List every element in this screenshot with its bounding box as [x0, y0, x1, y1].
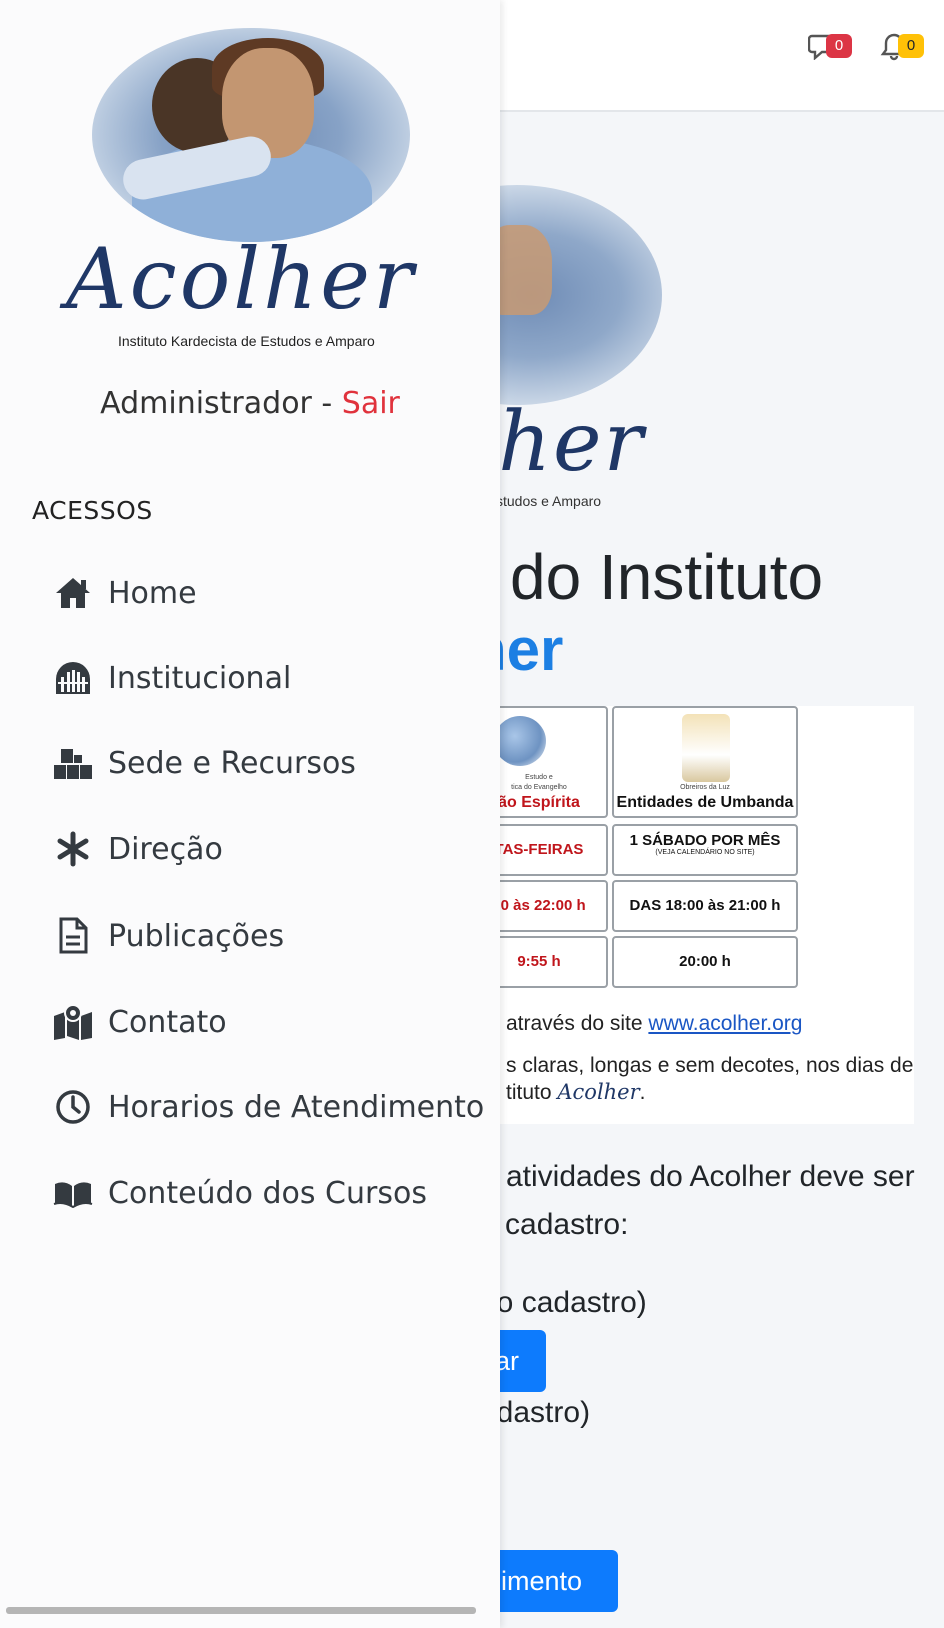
jesus-illustration: [682, 714, 730, 782]
schedule-day-col2-note: (VEJA CALENDÁRIO NO SITE): [655, 849, 755, 856]
side-drawer: Acolher Instituto Kardecista de Estudos …: [0, 0, 500, 1628]
user-info: Administrador - Sair: [0, 386, 500, 421]
boxes-icon: [52, 742, 94, 784]
menu-item-label: Contato: [108, 1004, 227, 1040]
menu-item-label: Home: [108, 575, 197, 611]
logout-link[interactable]: Sair: [342, 386, 400, 421]
schedule-note-suffix: .: [639, 1081, 646, 1104]
menu-item-label: Horarios de Atendimento: [108, 1089, 485, 1125]
menu-item-direcao[interactable]: Direção: [52, 824, 223, 874]
menu-item-sede-recursos[interactable]: Sede e Recursos: [52, 738, 356, 788]
schedule-time-col2: DAS 18:00 às 21:00 h: [612, 880, 798, 932]
notifications-count-badge: 0: [898, 34, 924, 58]
home-icon: [52, 572, 94, 614]
book-icon: [52, 1172, 94, 1214]
schedule-note-dress-prefix: tituto: [506, 1081, 558, 1104]
intro-text-line2: e cadastro:: [480, 1208, 629, 1241]
page-heading: do Instituto: [510, 541, 824, 613]
user-name: Administrador: [100, 386, 312, 421]
logo-image: [92, 28, 410, 242]
schedule-note-brand: Acolher: [557, 1080, 640, 1104]
schedule-note-dress-2: tituto Acolher.: [506, 1080, 646, 1105]
schedule-day-col2: 1 SÁBADO POR MÊS (VEJA CALENDÁRIO NO SIT…: [612, 824, 798, 876]
menu-item-institucional[interactable]: Institucional: [52, 653, 291, 703]
menu-item-label: Direção: [108, 831, 223, 867]
schedule-caption-obreiros: Obreiros da Luz: [680, 784, 730, 791]
schedule-note-site: através do site www.acolher.org: [506, 1012, 802, 1036]
menu-item-label: Sede e Recursos: [108, 745, 356, 781]
user-separator: -: [311, 386, 342, 421]
menu-item-publicacoes[interactable]: Publicações: [52, 911, 284, 961]
menu-item-home[interactable]: Home: [52, 568, 197, 618]
messages-count-badge: 0: [826, 34, 852, 58]
schedule-note-prefix: através do site: [506, 1012, 649, 1035]
schedule-start-col2: 20:00 h: [612, 936, 798, 988]
menu-item-contato[interactable]: Contato: [52, 997, 227, 1047]
map-marker-icon: [52, 1001, 94, 1043]
drawer-horizontal-scrollbar[interactable]: [6, 1607, 476, 1614]
child-illustration: [494, 716, 546, 766]
menu-section-title: ACESSOS: [32, 496, 153, 525]
schedule-day-col2-text: 1 SÁBADO POR MÊS: [629, 832, 781, 849]
menu-item-label: Conteúdo dos Cursos: [108, 1175, 427, 1211]
clock-icon: [52, 1086, 94, 1128]
logo-subtitle: Instituto Kardecista de Estudos e Amparo: [118, 333, 375, 349]
schedule-image: Estudo e tica do Evangelho ão Espírita O…: [470, 706, 914, 1124]
document-icon: [52, 915, 94, 957]
schedule-header-umbanda: Obreiros da Luz Entidades de Umbanda: [612, 706, 798, 818]
menu-item-conteudo-cursos[interactable]: Conteúdo dos Cursos: [52, 1168, 427, 1218]
menu-item-label: Institucional: [108, 660, 292, 696]
menu-item-label: Publicações: [108, 918, 285, 954]
asterisk-icon: [52, 828, 94, 870]
menu-item-horarios[interactable]: Horarios de Atendimento: [52, 1082, 484, 1132]
existing-registration-label: uo cadastro): [480, 1286, 647, 1319]
logo-wordmark: Acolher: [66, 230, 417, 328]
messages-button[interactable]: 0: [808, 28, 852, 68]
schedule-note-dress: s claras, longas e sem decotes, nos dias…: [506, 1054, 914, 1077]
background-logo-subtitle: studos e Amparo: [496, 493, 602, 509]
notifications-button[interactable]: 0: [880, 28, 924, 68]
site-link[interactable]: www.acolher.org: [648, 1012, 802, 1035]
schedule-col2-title: Entidades de Umbanda: [616, 794, 794, 811]
intro-text-line1: atividades do Acolher deve ser: [506, 1160, 915, 1193]
institution-icon: [52, 657, 94, 699]
